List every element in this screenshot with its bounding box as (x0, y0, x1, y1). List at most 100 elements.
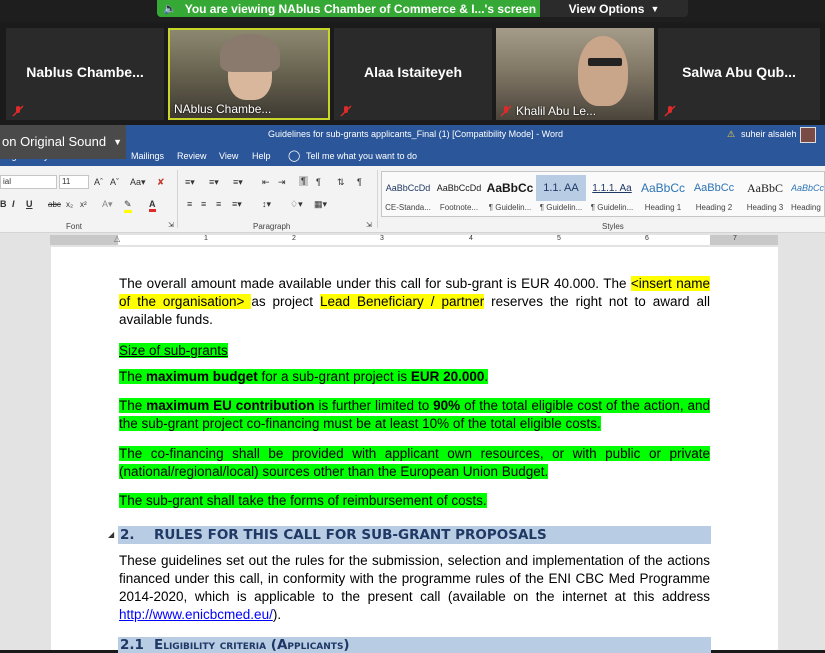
original-sound-dropdown[interactable]: on Original Sound ▼ (0, 125, 126, 159)
show-formatting-icon[interactable]: ¶ (357, 177, 362, 187)
shrink-font-icon[interactable]: Aˇ (110, 177, 119, 187)
participant-video-tile[interactable]: NAblus Chambe... (168, 28, 330, 120)
font-name-field[interactable]: ial (0, 175, 57, 189)
highlight-color-icon[interactable]: ✎ (124, 199, 132, 213)
bold-text: 90% (433, 398, 461, 413)
highlighted-text: Lead Beneficiary / partner (320, 294, 485, 309)
word-title-bar: on Original Sound ▼ Guidelines for sub-g… (0, 125, 825, 159)
participant-video (578, 36, 628, 106)
paragraph-guidelines-rules[interactable]: These guidelines set out the rules for t… (119, 552, 710, 624)
tab-view[interactable]: View (219, 151, 238, 161)
numbering-icon[interactable]: ≡▾ (209, 177, 219, 188)
borders-icon[interactable]: ▦▾ (314, 199, 327, 210)
align-right-icon[interactable]: ≡ (216, 199, 221, 209)
participant-video-tile[interactable]: Khalil Abu Le... (496, 28, 654, 120)
tab-mailings[interactable]: Mailings (131, 151, 164, 161)
heading-number: 2.1 (120, 637, 144, 653)
style-sample: AaBbCc (693, 182, 735, 194)
justify-icon[interactable]: ≡▾ (232, 199, 242, 210)
strikethrough-icon[interactable]: abc (48, 200, 61, 209)
style-guideline-2[interactable]: 1.1. AA ¶ Guidelin... (536, 175, 586, 212)
style-heading-3[interactable]: AaBbC Heading 3 (740, 175, 790, 213)
collapse-heading-icon[interactable]: ◢ (108, 530, 114, 539)
heading-2-1-bar[interactable]: 2.1 Eligibility criteria (Applicants) (118, 637, 711, 653)
style-heading[interactable]: AaBbCc Heading (791, 175, 825, 212)
style-name: ¶ Guidelin... (590, 203, 634, 212)
user-name[interactable]: suheir alsaleh (741, 129, 797, 139)
align-center-icon[interactable]: ≡ (201, 199, 206, 209)
ruler-right-margin (710, 235, 778, 245)
horizontal-ruler[interactable]: 1 2 3 4 5 6 7 △ (50, 234, 778, 245)
font-group-label: Font (66, 222, 83, 231)
style-sample: AaBbCc (486, 181, 534, 195)
style-sample: AaBbC (747, 180, 783, 195)
sort-icon[interactable]: ⇅ (337, 177, 345, 188)
font-color-icon[interactable]: A (149, 199, 156, 212)
style-guideline-1[interactable]: AaBbCc ¶ Guidelin... (485, 175, 535, 212)
underline-icon[interactable]: U (26, 199, 33, 209)
style-ce-standard[interactable]: AaBbCcDd CE-Standa... (383, 175, 433, 212)
text-effects-icon[interactable]: A▾ (102, 199, 113, 210)
rtl-direction-icon[interactable]: ¶ (316, 177, 321, 187)
ruler-number: 3 (380, 235, 384, 242)
lightbulb-icon: ◯ (288, 150, 301, 162)
italic-icon[interactable]: I (12, 199, 15, 209)
tell-me-search[interactable]: Tell me what you want to do (306, 151, 417, 161)
paragraph-overall-amount[interactable]: The overall amount made available under … (119, 275, 710, 329)
change-case-icon[interactable]: Aa▾ (130, 177, 146, 188)
style-sample: AaBbCc (791, 183, 825, 193)
tab-review[interactable]: Review (177, 151, 207, 161)
paragraph-max-eu-contribution[interactable]: The maximum EU contribution is further l… (119, 397, 711, 433)
heading-2-bar[interactable]: 2. RULES FOR THIS CALL FOR SUB-GRANT PRO… (118, 526, 711, 544)
programme-link[interactable]: http://www.enicbcmed.eu/ (119, 607, 273, 622)
style-name: Heading 2 (695, 203, 733, 212)
paragraph-size-heading[interactable]: Size of sub-grants (119, 342, 710, 360)
ltr-direction-icon[interactable]: ¶ (299, 176, 308, 186)
tab-help[interactable]: Help (252, 151, 271, 161)
participant-name: Alaa Istaiteyeh (363, 64, 463, 80)
paragraph-max-budget[interactable]: The maximum budget for a sub-grant proje… (119, 368, 710, 386)
ruler-number: 5 (557, 235, 561, 242)
paragraph-reimbursement[interactable]: The sub-grant shall take the forms of re… (119, 492, 710, 510)
multilevel-list-icon[interactable]: ≡▾ (233, 177, 243, 188)
font-size-value: 11 (62, 177, 71, 186)
mic-muted-icon (340, 105, 352, 117)
mic-muted-icon (500, 105, 512, 117)
original-sound-label: on Original Sound (2, 134, 107, 149)
indent-marker-icon[interactable]: △ (114, 234, 120, 243)
clear-formatting-icon[interactable]: ✘ (157, 177, 165, 188)
ruler-left-margin (50, 235, 118, 245)
mic-muted-icon (664, 105, 676, 117)
shading-icon[interactable]: ♢▾ (290, 199, 303, 210)
style-heading-1[interactable]: AaBbCc Heading 1 (638, 175, 688, 212)
superscript-icon[interactable]: x² (80, 200, 87, 209)
decrease-indent-icon[interactable]: ⇤ (262, 177, 270, 188)
style-name: ¶ Guidelin... (539, 203, 583, 212)
style-footnote[interactable]: AaBbCcDd Footnote... (434, 175, 484, 212)
font-size-field[interactable]: 11 (59, 175, 89, 189)
grow-font-icon[interactable]: Aˆ (94, 177, 103, 187)
increase-indent-icon[interactable]: ⇥ (278, 177, 286, 188)
dropdown-arrow-icon: ▼ (113, 137, 122, 147)
participant-name: Khalil Abu Le... (516, 104, 597, 118)
avatar[interactable] (800, 127, 816, 143)
bold-icon[interactable]: B (0, 199, 7, 209)
style-heading-2[interactable]: AaBbCc Heading 2 (689, 175, 739, 212)
style-sample: 1.1. AA (536, 175, 586, 201)
font-dialog-launcher-icon[interactable]: ⇲ (168, 221, 174, 229)
bullets-icon[interactable]: ≡▾ (185, 177, 195, 188)
participant-strip: Nablus Chambe... NAblus Chambe... Alaa I… (0, 22, 825, 125)
align-left-icon[interactable]: ≡ (187, 199, 192, 209)
style-guideline-3[interactable]: 1.1.1. Aa ¶ Guidelin... (587, 175, 637, 213)
subscript-icon[interactable]: x₂ (66, 200, 73, 209)
view-options-button[interactable]: View Options ▼ (540, 0, 688, 17)
paragraph-dialog-launcher-icon[interactable]: ⇲ (366, 221, 372, 229)
participant-tile[interactable]: Nablus Chambe... (6, 28, 164, 120)
paragraph-co-financing[interactable]: The co-financing shall be provided with … (119, 445, 710, 481)
participant-tile[interactable]: Salwa Abu Qub... (658, 28, 820, 120)
ruler-area: 1 2 3 4 5 6 7 △ (0, 233, 825, 247)
bold-text: maximum EU contribution (146, 398, 315, 413)
style-name: Footnote... (439, 203, 479, 212)
line-spacing-icon[interactable]: ↕▾ (262, 199, 271, 210)
participant-tile[interactable]: Alaa Istaiteyeh (334, 28, 492, 120)
